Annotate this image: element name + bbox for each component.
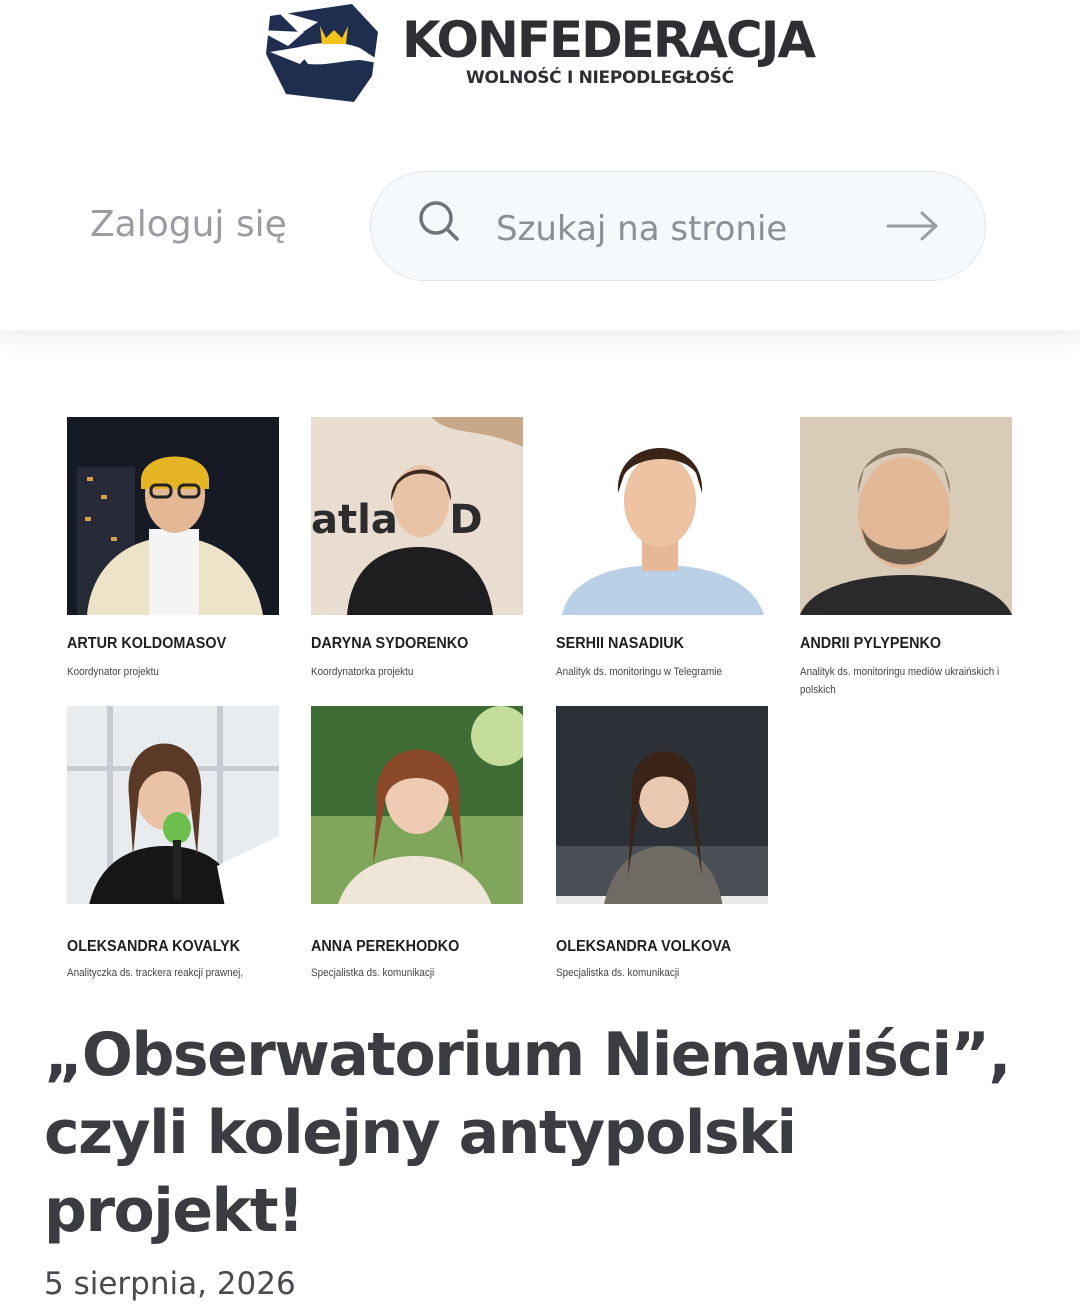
member-name: ANDRII PYLYPENKO (800, 635, 942, 652)
member-name: SERHII NASADIUK (556, 635, 685, 652)
login-link[interactable]: Zaloguj się (90, 204, 287, 245)
site-logo[interactable]: KONFEDERACJA WOLNOŚĆ I NIEPODLEGŁOŚĆ (256, 2, 826, 104)
eagle-logo-icon (258, 4, 384, 102)
member-role: Koordynator projektu (67, 666, 159, 678)
member-role: Analityk ds. monitoringu mediów ukraińsk… (800, 666, 1000, 696)
member-name: DARYNA SYDORENKO (311, 635, 469, 652)
arrow-right-icon[interactable] (886, 210, 940, 242)
member-photo (67, 417, 279, 615)
member-name: ANNA PEREKHODKO (311, 938, 460, 955)
member-photo (556, 417, 768, 615)
article-date: 5 sierpnia, 2026 (44, 1266, 296, 1302)
member-photo (311, 706, 523, 904)
member-role: Specjalistka ds. komunikacji (556, 967, 680, 979)
article-title[interactable]: „Obserwatorium Nienawiści”, czyli kolejn… (44, 1016, 1054, 1250)
portrait-image (556, 417, 768, 615)
portrait-image (67, 417, 279, 615)
search-input[interactable] (496, 204, 856, 254)
member-role: Analityczka ds. trackera reakcji prawnej… (67, 967, 244, 979)
portrait-image (556, 706, 768, 904)
member-role: Specjalistka ds. komunikacji (311, 967, 435, 979)
team-image: ARTUR KOLDOMASOV Koordynator projektu at… (0, 330, 1080, 1000)
member-role: Koordynatorka projektu (311, 666, 414, 678)
portrait-image (67, 706, 279, 904)
portrait-image (800, 417, 1012, 615)
member-photo (556, 706, 768, 904)
member-name: OLEKSANDRA VOLKOVA (556, 938, 732, 955)
logo-subtitle: WOLNOŚĆ I NIEPODLEGŁOŚĆ (466, 68, 734, 88)
portrait-image: atla c D (311, 417, 523, 615)
member-photo (67, 706, 279, 904)
portrait-image (311, 706, 523, 904)
member-photo: atla c D (311, 417, 523, 615)
member-role: Analityk ds. monitoringu w Telegramie (556, 666, 723, 678)
member-name: ARTUR KOLDOMASOV (67, 635, 227, 652)
logo-title: KONFEDERACJA (402, 11, 816, 69)
member-name: OLEKSANDRA KOVALYK (67, 938, 241, 955)
search-icon[interactable] (416, 199, 460, 243)
site-header: KONFEDERACJA WOLNOŚĆ I NIEPODLEGŁOŚĆ Zal… (0, 0, 1080, 330)
member-photo (800, 417, 1012, 615)
